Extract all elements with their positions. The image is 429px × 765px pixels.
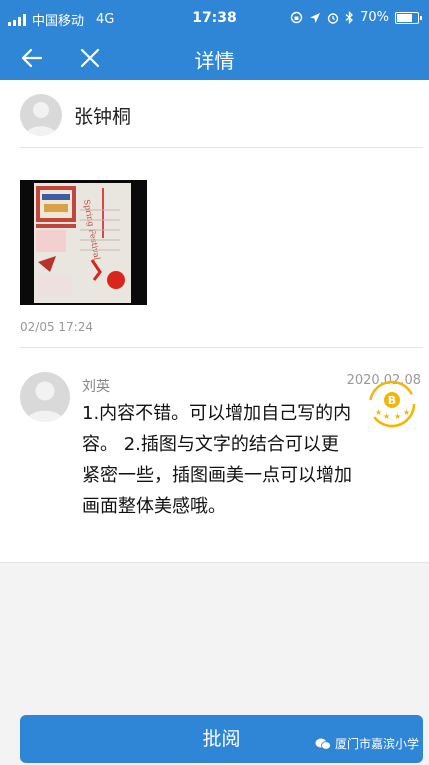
svg-text:★: ★ [383, 412, 390, 421]
commenter-name: 刘英 [82, 379, 110, 395]
person-icon [25, 102, 57, 136]
comment-text: 1.内容不错。可以增加自己写的内容。 2.插图与文字的结合可以更紧密一些，插图画… [82, 403, 352, 517]
battery-percent: 70% [360, 10, 389, 25]
post-photo[interactable]: Spring Festival [20, 180, 147, 305]
nav-bar: 详情 [0, 36, 429, 80]
stamp-letter: B [388, 394, 396, 407]
svg-text:★: ★ [394, 412, 401, 421]
author-name: 张钟桐 [74, 106, 132, 128]
location-icon [310, 12, 321, 23]
grade-stamp-icon: B ★ ★ ★ ★ [368, 380, 416, 428]
svg-text:★: ★ [403, 408, 410, 417]
battery-icon [395, 11, 422, 24]
commenter-avatar[interactable] [20, 372, 70, 422]
divider [20, 147, 423, 148]
handwritten-poster-image: Spring Festival [20, 180, 147, 305]
status-right: 70% [290, 10, 422, 25]
page-title: 详情 [194, 49, 235, 73]
orientation-lock-icon [290, 11, 303, 24]
person-icon [26, 381, 64, 422]
watermark-text: 厦门市嘉滨小学 [334, 737, 419, 751]
bluetooth-icon [345, 11, 354, 24]
author-avatar[interactable] [20, 94, 62, 136]
post-time: 02/05 17:24 [20, 320, 93, 334]
alarm-icon [327, 12, 339, 24]
wechat-icon [315, 738, 331, 750]
status-bar: 中国移动 4G 17:38 70% [0, 0, 429, 36]
divider [20, 347, 423, 348]
svg-text:★: ★ [375, 408, 382, 417]
watermark: 厦门市嘉滨小学 [315, 735, 419, 752]
